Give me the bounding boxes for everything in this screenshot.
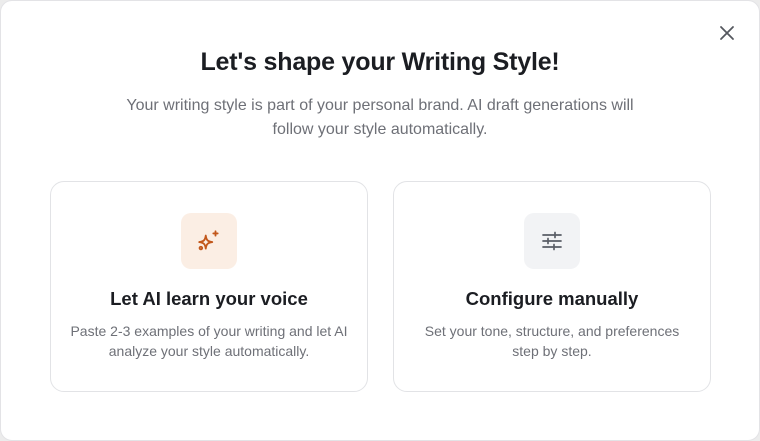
- writing-style-modal: Let's shape your Writing Style! Your wri…: [0, 0, 760, 441]
- ai-learn-icon-tile: [181, 213, 237, 269]
- sliders-icon: [542, 231, 562, 251]
- option-card-ai-learn[interactable]: Let AI learn your voice Paste 2-3 exampl…: [50, 181, 368, 392]
- sparkles-icon: [198, 230, 219, 251]
- option-description: Set your tone, structure, and preference…: [424, 323, 680, 359]
- option-title: Configure manually: [465, 288, 639, 309]
- option-title: Let AI learn your voice: [110, 288, 308, 309]
- close-icon: [720, 26, 734, 40]
- option-description: Paste 2-3 examples of your writing and l…: [70, 323, 348, 359]
- modal-title: Let's shape your Writing Style!: [200, 48, 560, 76]
- modal-subtitle: Your writing style is part of your perso…: [126, 97, 634, 138]
- configure-icon-tile: [524, 213, 580, 269]
- close-button[interactable]: [717, 23, 737, 43]
- option-card-configure-manually[interactable]: Configure manually Set your tone, struct…: [393, 181, 711, 392]
